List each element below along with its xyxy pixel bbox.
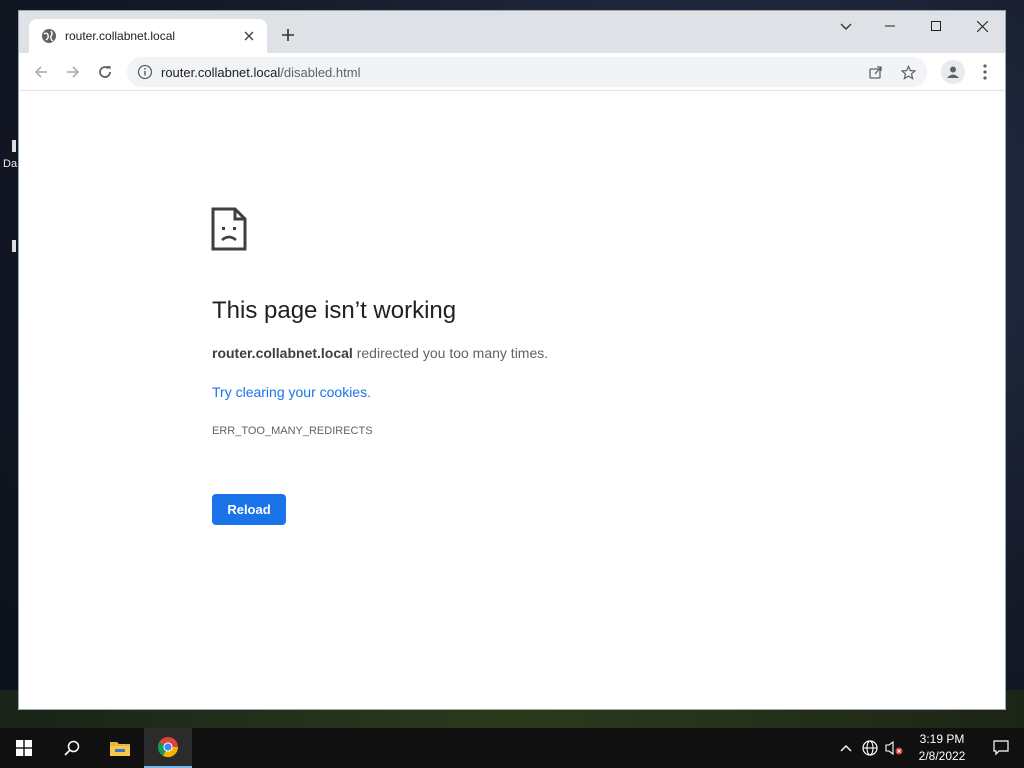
system-tray: 3:19 PM 2/8/2022 (834, 728, 1024, 768)
page-content: This page isn’t working router.collabnet… (19, 91, 1005, 709)
clear-cookies-link[interactable]: Try clearing your cookies. (212, 384, 371, 400)
forward-button[interactable] (57, 56, 89, 88)
reload-button[interactable] (89, 56, 121, 88)
taskbar-search-button[interactable] (48, 728, 96, 768)
error-description: router.collabnet.local redirected you to… (212, 345, 548, 361)
tab-search-button[interactable] (835, 17, 857, 37)
desktop-icon-fragment (12, 140, 16, 152)
forward-arrow-icon (67, 65, 80, 78)
new-tab-button[interactable] (277, 25, 299, 47)
window-controls (867, 11, 1005, 41)
maximize-icon (931, 21, 941, 31)
tab-active[interactable]: router.collabnet.local (29, 19, 267, 53)
error-host: router.collabnet.local (212, 345, 353, 361)
clock-date: 2/8/2022 (918, 749, 966, 763)
close-icon (976, 20, 988, 32)
error-title: This page isn’t working (212, 297, 457, 324)
plus-icon (282, 29, 294, 41)
chrome-taskbar-button[interactable] (144, 728, 192, 768)
sad-document-icon (211, 207, 247, 251)
tab-strip: router.collabnet.local (19, 11, 1005, 53)
globe-icon (42, 29, 56, 43)
network-button[interactable] (858, 728, 882, 768)
action-center-button[interactable] (978, 728, 1024, 768)
url-path: /disabled.html (280, 64, 361, 80)
search-icon (64, 740, 80, 756)
file-explorer-button[interactable] (96, 728, 144, 768)
maximize-button[interactable] (913, 11, 959, 41)
profile-icon (947, 66, 959, 78)
info-icon[interactable] (137, 64, 153, 80)
notification-icon (993, 740, 1009, 756)
share-button[interactable] (865, 61, 887, 83)
tab-title: router.collabnet.local (65, 29, 176, 43)
chevron-up-icon (840, 745, 852, 752)
desktop-icon-fragment (12, 240, 16, 252)
back-arrow-icon (34, 65, 47, 78)
minimize-button[interactable] (867, 11, 913, 41)
desktop-label-fragment: Da (3, 158, 18, 170)
file-explorer-icon (110, 742, 130, 756)
menu-button[interactable] (975, 60, 995, 84)
omnibox-actions (865, 61, 919, 83)
browser-toolbar: router.collabnet.local/disabled.html (19, 53, 1005, 91)
window-close-button[interactable] (959, 11, 1005, 41)
speaker-muted-icon (885, 740, 903, 756)
url-host: router.collabnet.local (161, 64, 281, 80)
kebab-menu-icon (983, 64, 987, 80)
clock[interactable]: 3:19 PM 2/8/2022 (906, 731, 978, 765)
clock-time: 3:19 PM (919, 732, 965, 746)
minimize-icon (885, 25, 895, 27)
error-message: redirected you too many times. (352, 345, 549, 361)
reload-icon (99, 65, 111, 78)
start-button[interactable] (0, 728, 48, 768)
bookmark-button[interactable] (897, 61, 919, 83)
star-icon (900, 64, 916, 80)
url-text: router.collabnet.local/disabled.html (161, 65, 360, 80)
close-icon[interactable] (241, 28, 257, 44)
tab-search-icon (840, 23, 852, 30)
reload-page-button[interactable]: Reload (212, 494, 286, 525)
share-icon (869, 66, 882, 79)
browser-window: router.collabnet.local router.collabnet.… (18, 10, 1006, 710)
chrome-icon (157, 737, 179, 758)
address-bar[interactable]: router.collabnet.local/disabled.html (127, 57, 927, 87)
windows-start-icon (16, 740, 32, 756)
profile-button[interactable] (941, 60, 965, 84)
show-hidden-icons-button[interactable] (834, 728, 858, 768)
taskbar: 3:19 PM 2/8/2022 (0, 728, 1024, 768)
network-globe-icon (862, 740, 878, 756)
volume-button[interactable] (882, 728, 906, 768)
error-code: ERR_TOO_MANY_REDIRECTS (212, 425, 373, 437)
back-button[interactable] (25, 56, 57, 88)
